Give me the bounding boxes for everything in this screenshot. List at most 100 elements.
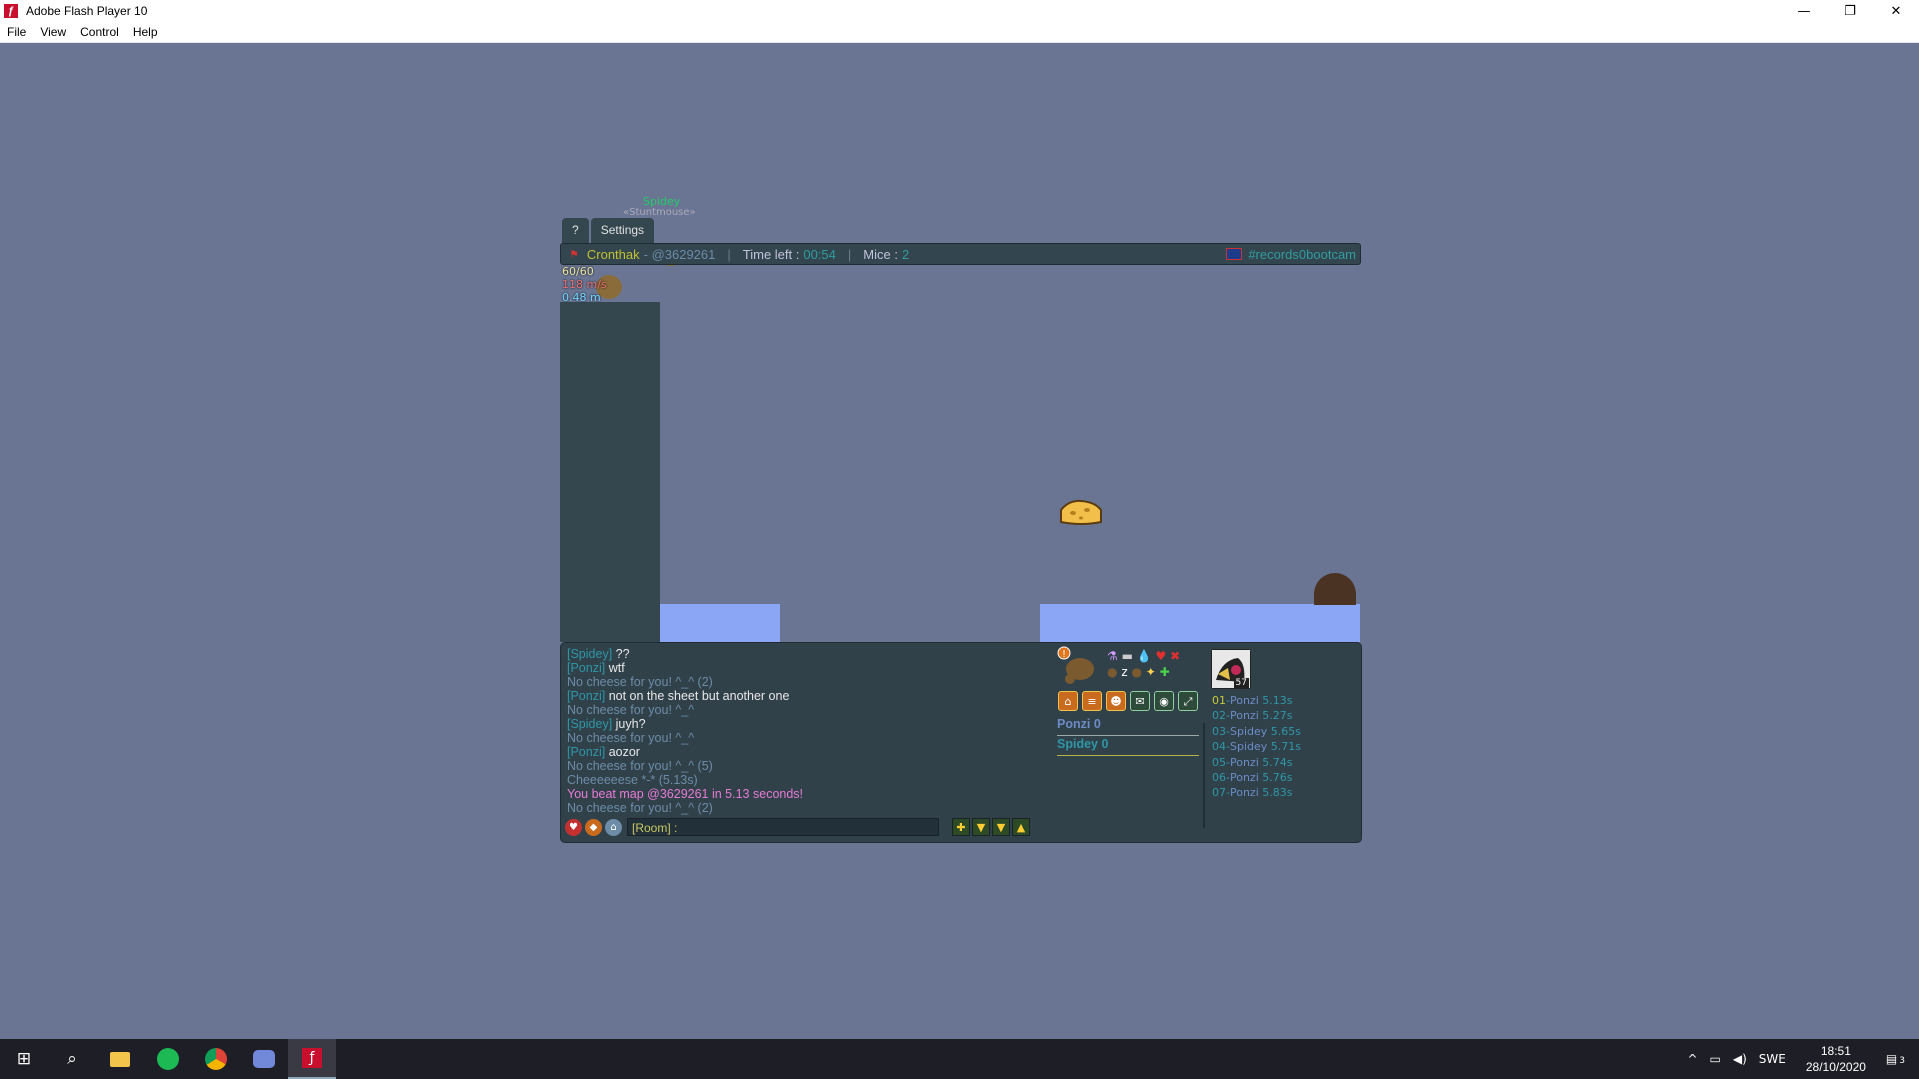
shop-icon[interactable]: ⌂ bbox=[1058, 691, 1078, 711]
settings-tab[interactable]: Settings bbox=[590, 218, 655, 243]
room-name[interactable]: #records0bootcam bbox=[1248, 247, 1356, 262]
flash-player-icon[interactable]: ƒ bbox=[288, 1039, 336, 1079]
chat-username[interactable]: [Spidey] bbox=[567, 717, 612, 731]
title-bar: ƒ Adobe Flash Player 10 — ❐ ✕ bbox=[0, 0, 1919, 22]
chat-username[interactable]: [Ponzi] bbox=[567, 689, 605, 703]
leaderboard-rank: 04 bbox=[1212, 740, 1226, 754]
help-tab[interactable]: ? bbox=[562, 218, 589, 243]
leaderboard-name: Ponzi bbox=[1229, 709, 1259, 723]
menu-icons: ⌂ ≡ ☻ ✉ ◉ ⤢ bbox=[1058, 691, 1202, 711]
notifications-icon[interactable]: ▤ 3 bbox=[1886, 1052, 1905, 1066]
file-explorer-icon[interactable] bbox=[96, 1039, 144, 1079]
chat-message: ?? bbox=[615, 647, 630, 661]
leaderboard-rank: 06 bbox=[1212, 771, 1226, 785]
divider bbox=[1203, 723, 1205, 828]
system-message: No cheese for you! ^_^ (2) bbox=[567, 675, 713, 689]
chat-line: No cheese for you! ^_^ (5) bbox=[567, 759, 1047, 773]
system-tray: ^ ▭ ◀) SWE 18:51 28/10/2020 ▤ 3 bbox=[1681, 1039, 1919, 1079]
heart-icon[interactable]: ♥ bbox=[565, 818, 582, 836]
separator: | bbox=[727, 246, 731, 262]
sleep-icon: z bbox=[1121, 665, 1128, 679]
fullscreen-icon[interactable]: ⤢ bbox=[1178, 691, 1198, 711]
avatar[interactable]: 57 bbox=[1211, 649, 1251, 689]
arrow-up-icon[interactable]: ▲ bbox=[1012, 818, 1030, 836]
score-row: Ponzi 0 bbox=[1057, 717, 1199, 736]
menu-bar: File View Control Help bbox=[0, 22, 1919, 43]
cheese-icon bbox=[1060, 499, 1102, 525]
menu-file[interactable]: File bbox=[0, 22, 33, 42]
language-indicator[interactable]: SWE bbox=[1759, 1052, 1786, 1066]
chat-username[interactable]: [Ponzi] bbox=[567, 661, 605, 675]
leaderboard-rank: 01 bbox=[1212, 694, 1226, 707]
chat-line: No cheese for you! ^_^ bbox=[567, 731, 1047, 745]
discord-icon[interactable] bbox=[240, 1039, 288, 1079]
arrow-down-icon[interactable]: ▼ bbox=[972, 818, 990, 836]
arrow-down-icon[interactable]: ▼ bbox=[992, 818, 1010, 836]
score-player-name: Spidey bbox=[1057, 737, 1098, 751]
speed-stat: 118 m/s bbox=[562, 278, 607, 291]
volume-icon[interactable]: ◀) bbox=[1733, 1052, 1747, 1066]
plus-icon[interactable]: ✚ bbox=[1160, 665, 1170, 679]
leaderboard-row: 03-Spidey 5.65s bbox=[1212, 724, 1301, 738]
system-message: No cheese for you! ^_^ bbox=[567, 703, 695, 717]
chat-username[interactable]: [Ponzi] bbox=[567, 745, 605, 759]
uk-flag-icon bbox=[1226, 248, 1243, 260]
minimize-button[interactable]: — bbox=[1781, 0, 1827, 22]
clock-time: 18:51 bbox=[1820, 1044, 1851, 1058]
list-icon[interactable]: ≡ bbox=[1082, 691, 1102, 711]
chevron-up-icon[interactable]: ^ bbox=[1687, 1052, 1697, 1066]
leaderboard-name: Ponzi bbox=[1229, 694, 1259, 707]
windows-start-icon[interactable]: ⊞ bbox=[0, 1039, 48, 1079]
chat-line: No cheese for you! ^_^ (2) bbox=[567, 675, 1047, 689]
chat-bubble-icon[interactable]: ✉ bbox=[1130, 691, 1150, 711]
score-value: 0 bbox=[1093, 717, 1101, 731]
leaderboard: 01-Ponzi 5.13s 02-Ponzi 5.27s 03-Spidey 5.… bbox=[1212, 693, 1301, 801]
spotify-icon[interactable] bbox=[144, 1039, 192, 1079]
platform-left bbox=[660, 604, 780, 642]
leaderboard-rank: 07 bbox=[1212, 786, 1226, 800]
clock[interactable]: 18:51 28/10/2020 bbox=[1806, 1043, 1866, 1075]
chat-line: [Ponzi] not on the sheet but another one bbox=[567, 689, 1047, 703]
menu-view[interactable]: View bbox=[33, 22, 73, 42]
system-message: No cheese for you! ^_^ bbox=[567, 731, 695, 745]
sparkle-icon: ✦ bbox=[1145, 665, 1156, 679]
tribe-icon[interactable]: ⌂ bbox=[605, 818, 622, 836]
svg-text:!: ! bbox=[1062, 649, 1066, 660]
leaderboard-row: 06-Ponzi 5.76s bbox=[1212, 771, 1293, 785]
leaderboard-rank: 05 bbox=[1212, 755, 1226, 769]
flash-icon: ƒ bbox=[4, 4, 18, 18]
restore-button[interactable]: ❐ bbox=[1827, 0, 1873, 22]
window-title: Adobe Flash Player 10 bbox=[26, 4, 148, 18]
leaderboard-time: 5.76s bbox=[1262, 771, 1293, 785]
leaderboard-time: 5.74s bbox=[1262, 755, 1293, 769]
menu-control[interactable]: Control bbox=[73, 22, 126, 42]
leaderboard-row: 05-Ponzi 5.74s bbox=[1212, 755, 1293, 769]
chat-line: No cheese for you! ^_^ (2) bbox=[567, 801, 1047, 815]
chat-prefix: [Room] : bbox=[632, 821, 678, 835]
chat-username[interactable]: [Spidey] bbox=[567, 647, 612, 661]
discord-icon[interactable]: ◉ bbox=[1154, 691, 1174, 711]
clock-date: 28/10/2020 bbox=[1805, 1060, 1866, 1074]
player-title: «Stuntmouse» bbox=[623, 207, 696, 218]
leaderboard-name: Ponzi bbox=[1229, 786, 1259, 800]
chrome-icon[interactable] bbox=[192, 1039, 240, 1079]
potion-icon: ⚗ bbox=[1107, 649, 1118, 663]
score-player-name: Ponzi bbox=[1057, 717, 1091, 731]
chat-message: wtf bbox=[608, 661, 625, 675]
expand-icon[interactable]: ✚ bbox=[952, 818, 970, 836]
leaderboard-time: 5.83s bbox=[1262, 786, 1293, 800]
minus-icon: ▬ bbox=[1121, 649, 1133, 663]
friends-icon[interactable]: ☻ bbox=[1106, 691, 1126, 711]
chat-input[interactable]: [Room] : bbox=[627, 818, 939, 836]
taskbar: ⊞ ⌕ ƒ ^ ▭ ◀) SWE 18:51 28/10/2020 ▤ 3 bbox=[0, 1039, 1919, 1079]
bomb-icon: ● bbox=[1131, 665, 1142, 679]
checkered-flag-icon: ⚑ bbox=[569, 247, 579, 261]
leaderboard-time: 5.65s bbox=[1270, 724, 1301, 738]
chat-line: [Ponzi] aozor bbox=[567, 745, 1047, 759]
menu-help[interactable]: Help bbox=[126, 22, 165, 42]
search-icon[interactable]: ⌕ bbox=[48, 1039, 96, 1079]
network-icon[interactable]: ▭ bbox=[1710, 1052, 1721, 1066]
mouse-icon: ● bbox=[1107, 665, 1118, 679]
shaman-icon[interactable]: ◆ bbox=[585, 818, 602, 836]
close-button[interactable]: ✕ bbox=[1873, 0, 1919, 22]
